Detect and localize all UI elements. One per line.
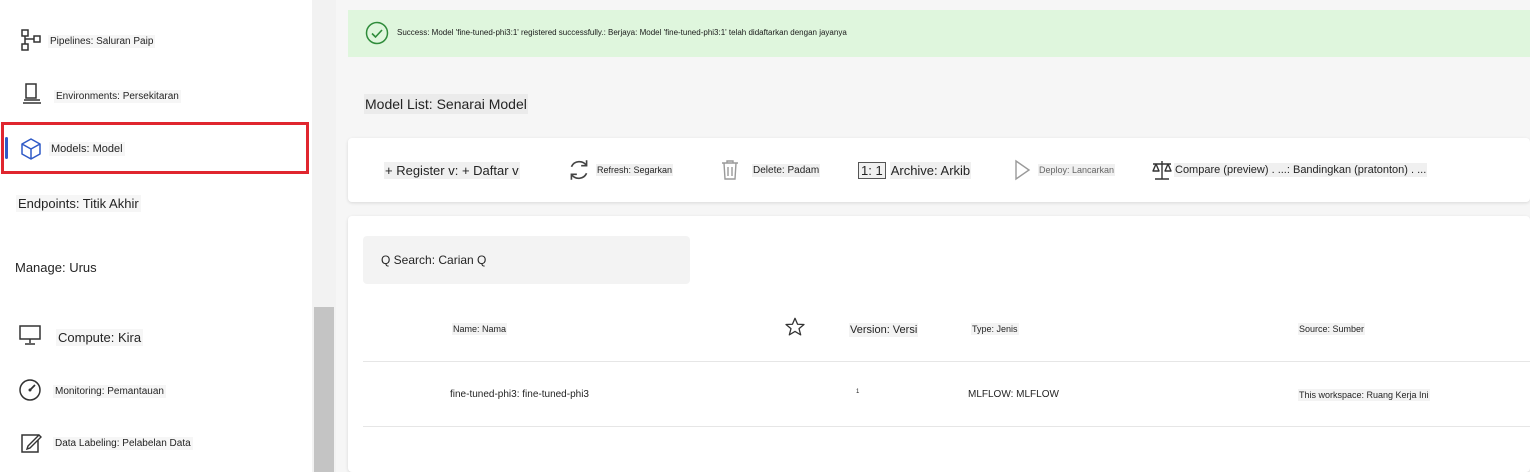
deploy-label: Deploy: Lancarkan [1038, 164, 1116, 176]
refresh-button[interactable]: Refresh: Segarkan [566, 138, 674, 202]
main-area: Success: Model 'fine-tuned-phi3:1' regis… [336, 0, 1530, 472]
refresh-label: Refresh: Segarkan [596, 164, 674, 176]
sidebar-item-monitoring[interactable]: Monitoring: Pemantauan [0, 372, 310, 412]
search-label: Q Search: Carian Q [381, 253, 487, 267]
success-check-icon [365, 21, 389, 45]
compare-button[interactable]: Compare (preview) . ...: Bandingkan (pra… [1150, 138, 1428, 202]
sidebar-item-label: Environments: Persekitaran [54, 90, 181, 103]
row-divider [363, 426, 1530, 427]
delete-button[interactable]: Delete: Padam [718, 138, 821, 202]
column-header-type[interactable]: Type: Jenis [971, 323, 1019, 335]
refresh-icon [570, 160, 588, 180]
pipeline-icon [21, 29, 41, 51]
compare-label: Compare (preview) . ...: Bandingkan (pra… [1174, 163, 1428, 177]
sidebar-item-label: Pipelines: Saluran Paip [48, 35, 156, 48]
sidebar-item-label: Data Labeling: Pelabelan Data [53, 437, 193, 450]
sidebar: Pipelines: Saluran Paip Environments: Pe… [0, 0, 312, 472]
archive-icon: 1: 1 [858, 161, 886, 179]
star-icon[interactable] [784, 316, 806, 338]
success-banner: Success: Model 'fine-tuned-phi3:1' regis… [348, 10, 1530, 57]
archive-label: Archive: Arkib [889, 161, 972, 179]
sidebar-item-pipelines[interactable]: Pipelines: Saluran Paip [0, 20, 310, 60]
page-title: Model List: Senarai Model [364, 94, 528, 114]
sidebar-item-label: Compute: Kira [56, 329, 144, 346]
manage-heading: Manage: Urus [15, 260, 97, 275]
register-label: + Register v: + Daftar v [384, 161, 520, 179]
row-version: 1 [856, 389, 860, 395]
edit-box-icon [21, 434, 42, 453]
sidebar-item-environments[interactable]: Environments: Persekitaran [0, 76, 310, 116]
environment-icon [23, 83, 41, 104]
row-source: This workspace: Ruang Kerja Ini [1298, 389, 1430, 401]
balance-scale-icon [1152, 161, 1172, 180]
row-name[interactable]: fine-tuned-phi3: fine-tuned-phi3 [450, 389, 589, 400]
sidebar-item-endpoints[interactable]: Endpoints: Titik Akhir [0, 190, 310, 220]
highlight-box [1, 122, 309, 174]
deploy-button[interactable]: Deploy: Lancarkan [1010, 138, 1116, 202]
delete-label: Delete: Padam [752, 163, 821, 177]
sidebar-item-label: Endpoints: Titik Akhir [16, 195, 141, 212]
column-header-name[interactable]: Name: Nama [452, 323, 508, 335]
sidebar-scrollbar-thumb[interactable] [314, 307, 334, 472]
table-row[interactable]: fine-tuned-phi3: fine-tuned-phi3 1 MLFLO… [363, 362, 1530, 426]
toolbar: + Register v: + Daftar v Refresh: Segark… [348, 138, 1530, 202]
column-header-version[interactable]: Version: Versi [849, 323, 919, 337]
model-list-panel: Q Search: Carian Q Name: Nama Version: V… [348, 216, 1530, 472]
gauge-icon [19, 379, 41, 401]
archive-button[interactable]: 1: 1 Archive: Arkib [858, 138, 972, 202]
sidebar-item-label: Monitoring: Pemantauan [53, 385, 166, 398]
search-input[interactable]: Q Search: Carian Q [363, 236, 690, 284]
sidebar-item-compute[interactable]: Compute: Kira [0, 318, 310, 358]
sidebar-item-data-labeling[interactable]: Data Labeling: Pelabelan Data [0, 426, 310, 466]
register-button[interactable]: + Register v: + Daftar v [384, 138, 520, 202]
trash-icon [722, 160, 738, 180]
row-type: MLFLOW: MLFLOW [968, 389, 1059, 400]
success-message: Success: Model 'fine-tuned-phi3:1' regis… [397, 28, 847, 37]
play-icon [1015, 159, 1031, 181]
compute-monitor-icon [19, 325, 41, 345]
column-header-source[interactable]: Source: Sumber [1298, 323, 1366, 335]
